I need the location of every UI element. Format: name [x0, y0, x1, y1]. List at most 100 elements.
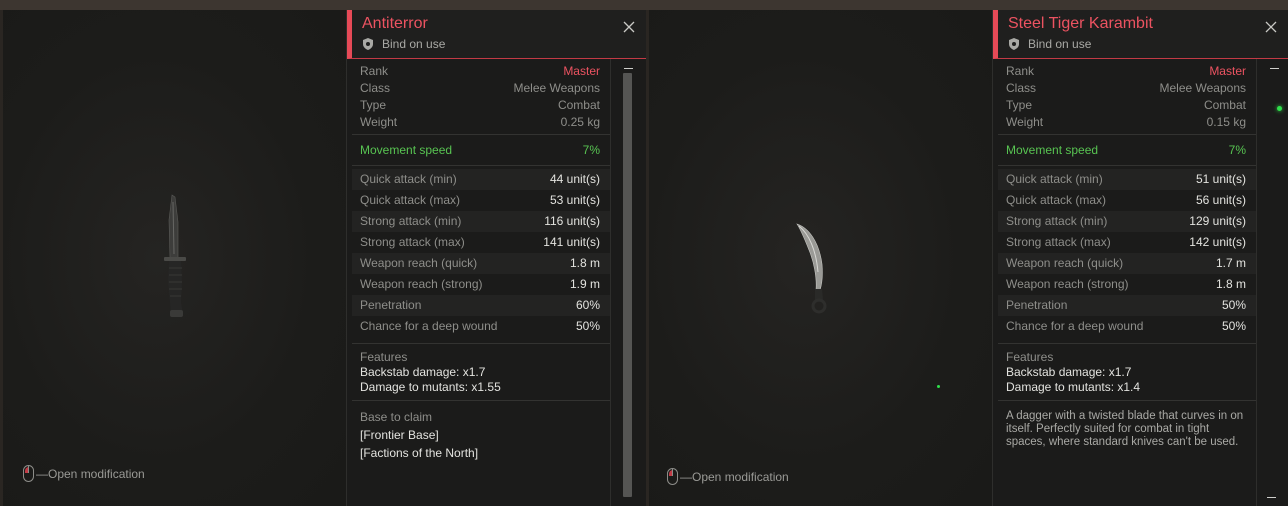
- movement-speed-value: 7%: [582, 143, 600, 157]
- stat-row: Quick attack (max) 53 unit(s): [352, 190, 610, 211]
- item-preview-area[interactable]: —Open modification: [3, 10, 346, 506]
- stat-value: 50%: [1221, 298, 1246, 312]
- movement-speed-label: Movement speed: [360, 143, 453, 157]
- rank-label: Rank: [1006, 64, 1035, 78]
- type-value: Combat: [557, 98, 600, 112]
- item-title: Antiterror: [362, 15, 428, 32]
- scrollbar[interactable]: [610, 59, 646, 506]
- stat-label: Weapon reach (strong): [1006, 277, 1129, 291]
- open-modification-label: —Open modification: [36, 466, 145, 481]
- basic-info-section: Rank Master Class Melee Weapons Type Combat…: [998, 59, 1256, 135]
- marker-dot: [937, 385, 940, 388]
- shield-icon: [1009, 38, 1019, 50]
- item-description: A dagger with a twisted blade that curve…: [1006, 410, 1244, 448]
- stat-value: 50%: [575, 319, 600, 333]
- stat-label: Quick attack (min): [1006, 172, 1103, 186]
- item-preview-area[interactable]: —Open modification: [649, 10, 992, 506]
- type-label: Type: [1006, 98, 1033, 112]
- stat-row: Weapon reach (quick) 1.7 m: [998, 253, 1256, 274]
- weight-row: Weight 0.25 kg: [352, 114, 610, 131]
- stat-value: 60%: [575, 298, 600, 312]
- stat-label: Weapon reach (strong): [360, 277, 483, 291]
- type-row: Type Combat: [998, 97, 1256, 114]
- class-value: Melee Weapons: [1159, 81, 1247, 95]
- type-row: Type Combat: [352, 97, 610, 114]
- open-modification-hint[interactable]: —Open modification: [23, 465, 145, 482]
- movement-speed-row: Movement speed 7%: [352, 142, 610, 159]
- item-stats-body: Rank Master Class Melee Weapons Type Combat…: [352, 59, 610, 506]
- stat-row: Strong attack (max) 141 unit(s): [352, 232, 610, 253]
- stat-label: Strong attack (max): [1006, 235, 1111, 249]
- close-icon[interactable]: [623, 21, 635, 33]
- feature-line: Backstab damage: x1.7: [360, 365, 486, 379]
- stat-label: Quick attack (max): [360, 193, 461, 207]
- item-tooltip-card: Antiterror Bind on use Rank Master Class M…: [346, 10, 646, 506]
- stat-row: Weapon reach (strong) 1.9 m: [352, 274, 610, 295]
- movement-speed-value: 7%: [1228, 143, 1246, 157]
- item-tooltip-card: Steel Tiger Karambit Bind on use Rank Mas…: [992, 10, 1288, 506]
- stat-label: Quick attack (min): [360, 172, 457, 186]
- scroll-down-button[interactable]: [1267, 497, 1276, 499]
- basic-info-section: Rank Master Class Melee Weapons Type Combat…: [352, 59, 610, 135]
- stat-row: Chance for a deep wound 50%: [352, 316, 610, 337]
- weight-value: 0.15 kg: [1206, 115, 1246, 129]
- stat-label: Weapon reach (quick): [1006, 256, 1124, 270]
- base-line: [Factions of the North]: [360, 446, 479, 460]
- class-row: Class Melee Weapons: [352, 80, 610, 97]
- scroll-up-button[interactable]: [624, 68, 633, 70]
- stat-value: 116 unit(s): [544, 214, 600, 228]
- stat-value: 51 unit(s): [1195, 172, 1246, 186]
- stat-row: Penetration 50%: [998, 295, 1256, 316]
- scroll-thumb[interactable]: [623, 73, 632, 497]
- movement-section: Movement speed 7%: [998, 135, 1256, 166]
- scrollbar[interactable]: [1256, 59, 1288, 506]
- base-to-claim-section: Base to claim [Frontier Base] [Factions …: [352, 401, 610, 469]
- top-background-strip: [0, 0, 1288, 10]
- item-view-steel-tiger-karambit: —Open modification Steel Tiger Karambit …: [649, 10, 1288, 506]
- class-label: Class: [360, 81, 391, 95]
- stat-label: Penetration: [1006, 298, 1068, 312]
- movement-section: Movement speed 7%: [352, 135, 610, 166]
- stat-label: Strong attack (min): [1006, 214, 1108, 228]
- features-heading: Features: [1006, 350, 1054, 364]
- shield-icon: [363, 38, 373, 50]
- rank-label: Rank: [360, 64, 389, 78]
- rank-value: Master: [1209, 64, 1246, 78]
- mouse-left-click-icon: [667, 468, 678, 485]
- stat-row: Chance for a deep wound 50%: [998, 316, 1256, 337]
- class-label: Class: [1006, 81, 1037, 95]
- stat-value: 53 unit(s): [549, 193, 600, 207]
- stat-row: Weapon reach (quick) 1.8 m: [352, 253, 610, 274]
- stat-value: 1.9 m: [569, 277, 600, 291]
- combat-stats-section: Quick attack (min) 51 unit(s) Quick attac…: [998, 166, 1256, 344]
- stat-value: 50%: [1221, 319, 1246, 333]
- type-value: Combat: [1203, 98, 1246, 112]
- stat-value: 44 unit(s): [549, 172, 600, 186]
- stat-value: 141 unit(s): [543, 235, 600, 249]
- stat-label: Quick attack (max): [1006, 193, 1107, 207]
- stat-value: 142 unit(s): [1189, 235, 1246, 249]
- stat-row: Weapon reach (strong) 1.8 m: [998, 274, 1256, 295]
- combat-stats-section: Quick attack (min) 44 unit(s) Quick attac…: [352, 166, 610, 344]
- card-header: Steel Tiger Karambit Bind on use: [993, 10, 1288, 59]
- bind-label: Bind on use: [1028, 37, 1092, 51]
- feature-line: Damage to mutants: x1.55: [360, 380, 501, 394]
- stat-row: Quick attack (min) 44 unit(s): [352, 169, 610, 190]
- open-modification-hint[interactable]: —Open modification: [667, 468, 789, 485]
- movement-speed-label: Movement speed: [1006, 143, 1099, 157]
- movement-speed-row: Movement speed 7%: [998, 142, 1256, 159]
- class-value: Melee Weapons: [513, 81, 601, 95]
- card-header: Antiterror Bind on use: [347, 10, 646, 59]
- class-row: Class Melee Weapons: [998, 80, 1256, 97]
- scroll-up-button[interactable]: [1270, 68, 1279, 70]
- stat-label: Chance for a deep wound: [360, 319, 498, 333]
- stat-row: Strong attack (min) 116 unit(s): [352, 211, 610, 232]
- stat-value: 1.8 m: [569, 256, 600, 270]
- close-icon[interactable]: [1265, 21, 1277, 33]
- open-modification-label: —Open modification: [680, 469, 789, 484]
- stat-value: 1.7 m: [1215, 256, 1246, 270]
- stat-label: Weapon reach (quick): [360, 256, 478, 270]
- feature-line: Damage to mutants: x1.4: [1006, 380, 1141, 394]
- rank-row: Rank Master: [352, 63, 610, 80]
- features-heading: Features: [360, 350, 408, 364]
